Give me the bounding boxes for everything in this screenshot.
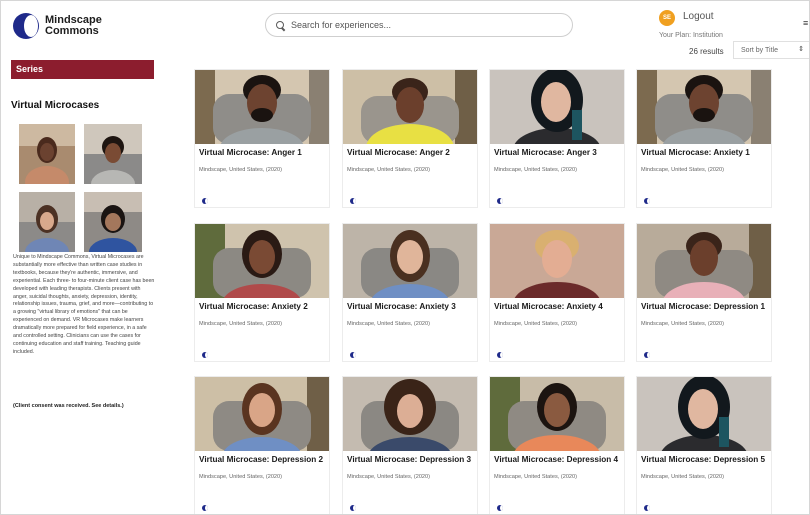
card-title: Virtual Microcase: Depression 2 xyxy=(199,455,324,464)
media-type-icon xyxy=(202,352,208,358)
card-meta: Mindscape, United States, (2020) xyxy=(347,474,431,480)
experience-card[interactable]: Virtual Microcase: Anxiety 4 Mindscape, … xyxy=(489,223,625,362)
mindscape-logo-icon xyxy=(13,13,39,39)
experience-card[interactable]: Virtual Microcase: Anger 1 Mindscape, Un… xyxy=(194,69,330,208)
results-count: 26 results xyxy=(689,47,724,56)
plan-label: Your Plan: Institution xyxy=(659,32,723,39)
card-thumbnail xyxy=(343,70,477,144)
card-thumbnail xyxy=(195,377,329,451)
card-title: Virtual Microcase: Depression 4 xyxy=(494,455,619,464)
series-title: Virtual Microcases xyxy=(11,100,100,111)
experience-card[interactable]: Virtual Microcase: Anxiety 1 Mindscape, … xyxy=(636,69,772,208)
card-title: Virtual Microcase: Anxiety 1 xyxy=(641,148,750,157)
media-type-icon xyxy=(350,352,356,358)
series-description: Unique to Mindscape Commons, Virtual Mic… xyxy=(13,254,155,355)
sort-caret-icon: ⇕ xyxy=(798,46,804,53)
experience-card[interactable]: Virtual Microcase: Anxiety 3 Mindscape, … xyxy=(342,223,478,362)
media-type-icon xyxy=(644,352,650,358)
series-thumbnails xyxy=(19,124,143,252)
series-thumbnail xyxy=(84,124,142,184)
card-title: Virtual Microcase: Anxiety 3 xyxy=(347,302,456,311)
card-title: Virtual Microcase: Depression 1 xyxy=(641,302,766,311)
card-meta: Mindscape, United States, (2020) xyxy=(494,167,578,173)
menu-icon[interactable]: ≡ xyxy=(803,18,808,28)
card-thumbnail xyxy=(490,377,624,451)
experience-card[interactable]: Virtual Microcase: Depression 3 Mindscap… xyxy=(342,376,478,514)
card-thumbnail xyxy=(637,70,771,144)
card-thumbnail xyxy=(637,224,771,298)
card-meta: Mindscape, United States, (2020) xyxy=(347,321,431,327)
sort-select[interactable]: Sort by Title ⇕ xyxy=(733,41,809,59)
avatar[interactable]: SE xyxy=(659,10,675,26)
experience-card[interactable]: Virtual Microcase: Depression 1 Mindscap… xyxy=(636,223,772,362)
card-thumbnail xyxy=(195,70,329,144)
search-icon xyxy=(276,20,285,30)
card-title: Virtual Microcase: Anxiety 4 xyxy=(494,302,603,311)
card-thumbnail xyxy=(490,224,624,298)
experience-card[interactable]: Virtual Microcase: Depression 4 Mindscap… xyxy=(489,376,625,514)
series-thumbnail xyxy=(84,192,142,252)
media-type-icon xyxy=(497,352,503,358)
card-meta: Mindscape, United States, (2020) xyxy=(347,167,431,173)
card-meta: Mindscape, United States, (2020) xyxy=(494,321,578,327)
brand-line-2: Commons xyxy=(45,25,99,37)
experience-card[interactable]: Virtual Microcase: Depression 5 Mindscap… xyxy=(636,376,772,514)
card-thumbnail xyxy=(343,224,477,298)
card-title: Virtual Microcase: Anxiety 2 xyxy=(199,302,308,311)
media-type-icon xyxy=(644,198,650,204)
card-title: Virtual Microcase: Depression 5 xyxy=(641,455,766,464)
card-thumbnail xyxy=(637,377,771,451)
experience-card[interactable]: Virtual Microcase: Anxiety 2 Mindscape, … xyxy=(194,223,330,362)
card-meta: Mindscape, United States, (2020) xyxy=(494,474,578,480)
brand-name: Mindscape Commons xyxy=(45,15,102,37)
consent-note[interactable]: (Client consent was received. See detail… xyxy=(13,403,155,409)
card-title: Virtual Microcase: Anger 1 xyxy=(199,148,302,157)
media-type-icon xyxy=(350,505,356,511)
sort-label: Sort by Title xyxy=(741,46,778,54)
experience-card[interactable]: Virtual Microcase: Anger 2 Mindscape, Un… xyxy=(342,69,478,208)
card-thumbnail xyxy=(195,224,329,298)
card-meta: Mindscape, United States, (2020) xyxy=(199,474,283,480)
logout-link[interactable]: Logout xyxy=(683,11,714,22)
series-header: Series xyxy=(11,60,154,79)
card-title: Virtual Microcase: Anger 3 xyxy=(494,148,597,157)
search-bar[interactable] xyxy=(265,13,573,37)
media-type-icon xyxy=(202,198,208,204)
card-meta: Mindscape, United States, (2020) xyxy=(641,474,725,480)
card-thumbnail xyxy=(343,377,477,451)
experience-card[interactable]: Virtual Microcase: Depression 2 Mindscap… xyxy=(194,376,330,514)
card-thumbnail xyxy=(490,70,624,144)
card-meta: Mindscape, United States, (2020) xyxy=(641,167,725,173)
media-type-icon xyxy=(497,505,503,511)
card-meta: Mindscape, United States, (2020) xyxy=(199,167,283,173)
card-meta: Mindscape, United States, (2020) xyxy=(199,321,283,327)
card-title: Virtual Microcase: Depression 3 xyxy=(347,455,472,464)
card-title: Virtual Microcase: Anger 2 xyxy=(347,148,450,157)
series-thumbnail xyxy=(19,124,75,184)
media-type-icon xyxy=(644,505,650,511)
media-type-icon xyxy=(497,198,503,204)
card-meta: Mindscape, United States, (2020) xyxy=(641,321,725,327)
site-logo[interactable]: Mindscape Commons xyxy=(13,13,102,39)
series-thumbnail xyxy=(19,192,75,252)
media-type-icon xyxy=(350,198,356,204)
page: Mindscape Commons SE Logout Your Plan: I… xyxy=(0,0,810,515)
media-type-icon xyxy=(202,505,208,511)
experience-card[interactable]: Virtual Microcase: Anger 3 Mindscape, Un… xyxy=(489,69,625,208)
search-input[interactable] xyxy=(291,20,551,30)
